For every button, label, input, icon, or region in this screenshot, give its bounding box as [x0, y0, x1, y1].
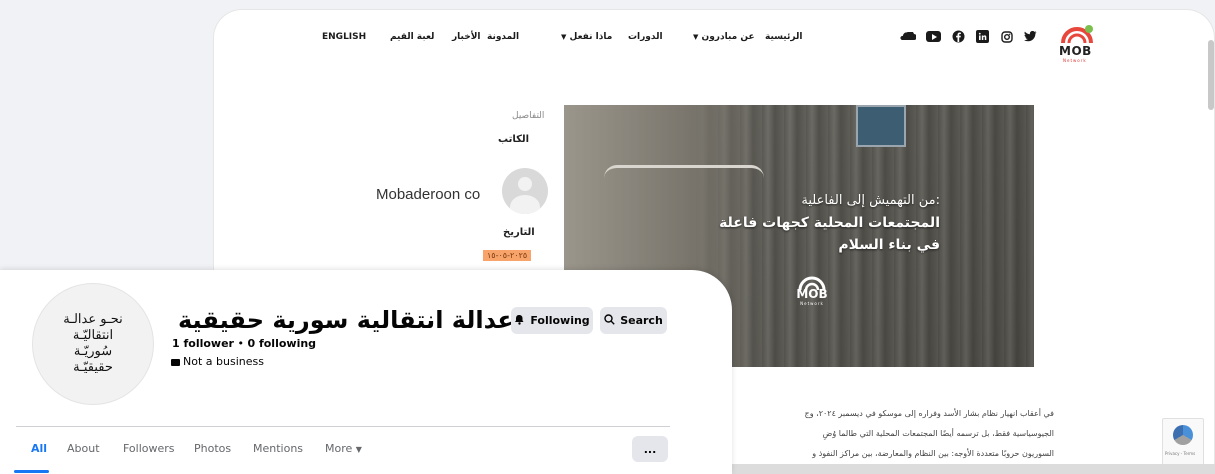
scrollbar[interactable] [1208, 40, 1214, 110]
search-label: Search [620, 314, 663, 327]
search-icon [604, 313, 615, 328]
nav-courses[interactable]: الدورات [628, 32, 663, 42]
page-avatar[interactable]: نحـو عدالـة انتقاليّـة سُوريّـة حقيقيّـة [32, 283, 154, 405]
nav-values-game[interactable]: لعبة القيم [390, 32, 434, 42]
tab-more-label: More [325, 442, 353, 455]
nav-what-we-do[interactable]: ▼ ماذا نفعل [558, 32, 612, 42]
logo-subtext: Network [1063, 58, 1087, 63]
bell-icon [514, 314, 525, 328]
instagram-icon[interactable] [1000, 30, 1013, 43]
business-info: Not a business [171, 355, 264, 368]
hero-title-line2: المجتمعات المحلية كجهات فاعلة [719, 215, 940, 231]
chevron-down-icon: ▼ [561, 33, 567, 41]
more-options-label: ... [643, 442, 657, 456]
date-badge: ٢٠٢٥-٠٥-١٥ [483, 250, 532, 261]
tab-photos[interactable]: Photos [194, 442, 231, 455]
site-navbar: ENGLISH لعبة القيم الأخبار المدونة ▼ ماذ… [214, 10, 1214, 68]
following-button[interactable]: Following [511, 307, 593, 334]
following-count[interactable]: 0 following [247, 337, 316, 350]
search-button[interactable]: Search [600, 307, 667, 334]
mob-arc-icon [798, 276, 826, 291]
facebook-page-header: نحـو عدالـة انتقاليّـة سُوريّـة حقيقيّـة… [0, 270, 732, 474]
details-label: التفاصيل [512, 111, 545, 121]
twitter-icon[interactable] [1024, 30, 1037, 43]
tab-mentions[interactable]: Mentions [253, 442, 303, 455]
hero-title-line1: من التهميش إلى الفاعلية: [801, 193, 940, 208]
nav-news[interactable]: الأخبار [452, 32, 481, 42]
header-divider [16, 426, 670, 427]
date-heading: التاريخ [503, 227, 535, 238]
recaptcha-badge[interactable]: Privacy - Terms [1162, 418, 1204, 466]
tab-followers[interactable]: Followers [123, 442, 175, 455]
briefcase-icon [171, 358, 180, 366]
caret-down-icon: ▼ [355, 445, 362, 454]
hero-logo-subtext: Network [800, 301, 824, 306]
follow-stats: 1 follower • 0 following [172, 337, 316, 350]
hero-title: من التهميش إلى الفاعلية: المجتمعات المحل… [644, 190, 940, 256]
recaptcha-text[interactable]: Privacy - Terms [1165, 451, 1195, 456]
author-avatar [502, 168, 548, 214]
mob-network-logo[interactable]: MOB Network [1059, 23, 1095, 63]
more-options-button[interactable]: ... [632, 436, 668, 462]
nav-about[interactable]: ▼ عن مبادرون [690, 32, 755, 42]
tab-about[interactable]: About [67, 442, 100, 455]
article-line-2: الجيوسياسية فقط، بل ترسمه أيضًا المجتمعا… [822, 429, 1054, 438]
article-line-1: في أعقاب انهيار نظام بشار الأسد وفراره إ… [804, 409, 1054, 418]
followers-count[interactable]: 1 follower [172, 337, 234, 350]
page-title: نحو عدالة انتقالية سورية حقيقية [178, 306, 564, 334]
hero-title-line3: في بناء السلام [838, 237, 940, 253]
linkedin-icon[interactable] [976, 30, 989, 43]
following-label: Following [530, 314, 590, 327]
active-tab-indicator [14, 470, 49, 473]
youtube-icon[interactable] [926, 31, 941, 42]
author-name[interactable]: Mobaderoon co [376, 186, 480, 203]
business-label: Not a business [183, 355, 264, 368]
soundcloud-icon[interactable] [900, 30, 916, 43]
nav-blog[interactable]: المدونة [487, 32, 519, 42]
nav-what-we-do-label: ماذا نفعل [569, 32, 613, 42]
article-line-3: السوريون حروبًا متعددة الأوجه: بين النظا… [812, 449, 1054, 458]
tab-more[interactable]: More ▼ [325, 442, 362, 455]
recaptcha-icon [1173, 425, 1193, 445]
mob-arc-icon [1061, 25, 1093, 44]
facebook-icon[interactable] [952, 30, 965, 43]
nav-home[interactable]: الرئيسية [765, 32, 802, 42]
hero-mob-logo: MOB Network [792, 275, 832, 319]
avatar-logo-text: نحـو عدالـة انتقاليّـة سُوريّـة حقيقيّـة [63, 312, 123, 375]
logo-text: MOB [1059, 44, 1092, 58]
stats-separator: • [237, 337, 244, 350]
nav-english[interactable]: ENGLISH [322, 32, 366, 42]
tab-all[interactable]: All [31, 442, 47, 455]
nav-about-label: عن مبادرون [701, 32, 755, 42]
chevron-down-icon: ▼ [693, 33, 699, 41]
street-sign [856, 105, 906, 147]
author-heading: الكاتب [498, 134, 530, 145]
